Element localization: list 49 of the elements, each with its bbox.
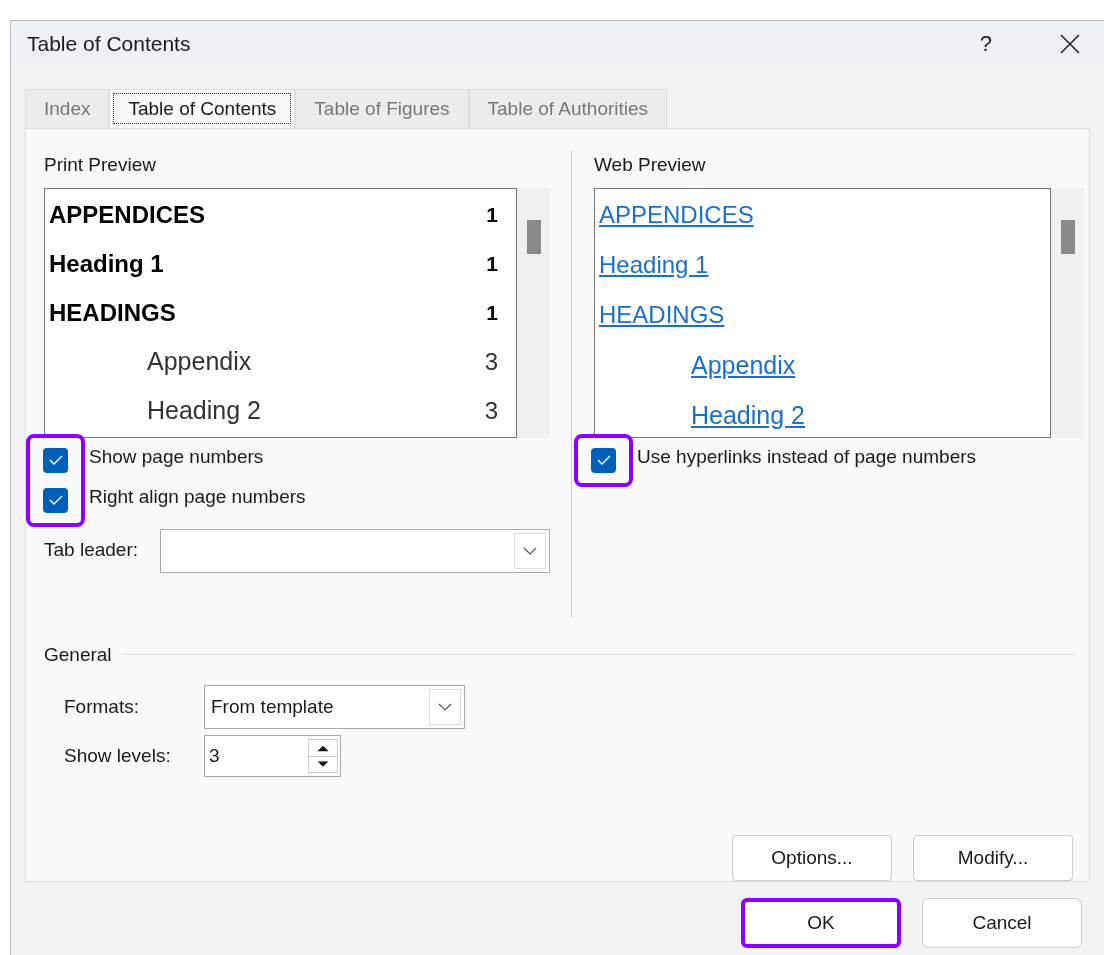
check-icon bbox=[596, 455, 611, 465]
page-number: 1 bbox=[486, 251, 498, 278]
checkbox[interactable] bbox=[43, 447, 68, 473]
page-number: 1 bbox=[486, 300, 498, 327]
preview-entry: APPENDICES bbox=[49, 200, 206, 230]
checkbox-label[interactable]: Right align page numbers bbox=[89, 483, 306, 509]
hyperlink[interactable]: APPENDICES bbox=[599, 200, 754, 228]
dialog-button[interactable]: Cancel bbox=[922, 898, 1082, 948]
dialog-button[interactable]: Options... bbox=[732, 835, 892, 881]
tab[interactable]: Index bbox=[25, 89, 110, 128]
check-icon bbox=[48, 495, 63, 505]
dropdown-value: From template bbox=[211, 694, 335, 719]
preview-entry: Heading 1 bbox=[49, 249, 164, 279]
tab[interactable]: Table of Authorities bbox=[468, 89, 668, 128]
section-label: Print Preview bbox=[44, 153, 157, 177]
section-label: Web Preview bbox=[594, 153, 707, 177]
check-icon bbox=[48, 455, 63, 465]
tab[interactable]: Table of Figures bbox=[295, 89, 469, 128]
preview-entry: Heading 2 bbox=[147, 395, 261, 427]
formats-dropdown[interactable]: From template bbox=[204, 685, 465, 729]
tab[interactable]: Table of Contents bbox=[109, 89, 296, 128]
preview-entry: Appendix bbox=[147, 346, 252, 378]
group-label: General bbox=[44, 642, 112, 667]
dialog-button[interactable]: OK bbox=[741, 898, 901, 948]
close-icon[interactable] bbox=[1060, 33, 1080, 54]
scrollbar[interactable] bbox=[1051, 187, 1084, 438]
help-button[interactable]: ? bbox=[979, 27, 992, 60]
field-label: Show levels: bbox=[64, 743, 172, 768]
hyperlink[interactable]: Heading 1 bbox=[599, 250, 709, 278]
hyperlink[interactable]: Appendix bbox=[691, 350, 796, 379]
field-label: Formats: bbox=[64, 694, 140, 719]
spinner-value: 3 bbox=[209, 743, 221, 768]
field-label: Tab leader: bbox=[44, 538, 139, 563]
checkbox[interactable] bbox=[43, 487, 68, 513]
checkbox-label[interactable]: Show page numbers bbox=[89, 443, 306, 469]
page-number: 3 bbox=[484, 347, 498, 377]
preview-entry: HEADINGS bbox=[49, 298, 176, 328]
window-title: Table of Contents bbox=[27, 30, 192, 57]
page-number: 1 bbox=[486, 202, 498, 229]
checkbox-label[interactable]: Use hyperlinks instead of page numbers bbox=[637, 443, 977, 469]
levels-spinner[interactable]: 3 bbox=[204, 735, 341, 777]
chevron-down-icon bbox=[438, 703, 452, 711]
scrollbar[interactable] bbox=[517, 187, 550, 438]
chevron-down-icon bbox=[523, 546, 537, 555]
hyperlink[interactable]: Heading 2 bbox=[691, 400, 805, 429]
dialog-button[interactable]: Modify... bbox=[913, 835, 1073, 881]
checkbox[interactable] bbox=[591, 447, 616, 473]
page-number: 3 bbox=[484, 396, 498, 426]
hyperlink[interactable]: HEADINGS bbox=[599, 300, 725, 328]
